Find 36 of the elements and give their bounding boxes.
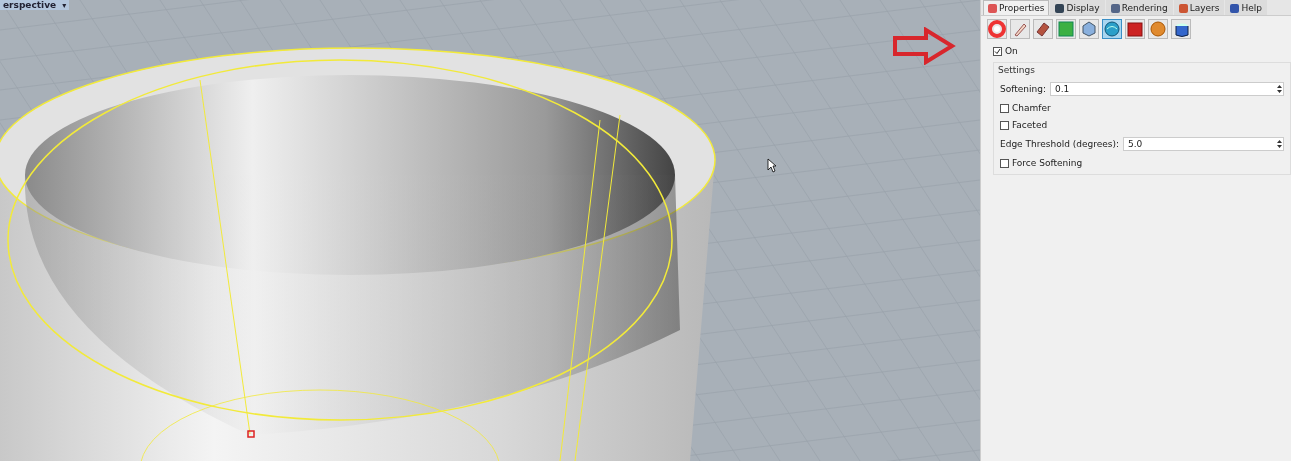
checkbox[interactable]: [993, 46, 1002, 56]
tab-icon: [1055, 3, 1065, 13]
cursor-icon: [767, 158, 777, 173]
tab-icon: [1230, 3, 1240, 13]
toolbar-button[interactable]: [1125, 19, 1145, 39]
tab-icon: [1178, 3, 1188, 13]
number-field[interactable]: 5.0: [1123, 137, 1284, 151]
checkbox-label: Faceted: [1012, 120, 1048, 130]
viewport[interactable]: erspective ▾: [0, 0, 980, 461]
viewport-tab[interactable]: erspective ▾: [0, 0, 70, 10]
panel-tab[interactable]: Layers: [1173, 0, 1225, 15]
tab-icon: [988, 3, 997, 13]
toolbar-button[interactable]: [1171, 19, 1191, 39]
spinner-icon[interactable]: [1276, 83, 1283, 95]
checkbox[interactable]: [1000, 103, 1009, 113]
viewport-caret[interactable]: ▾: [62, 0, 67, 10]
toolbar-button[interactable]: [987, 19, 1007, 39]
panel-tab[interactable]: Help: [1225, 0, 1267, 15]
panel-tab[interactable]: Rendering: [1105, 0, 1173, 15]
checkbox[interactable]: [1000, 120, 1009, 130]
panel-tab[interactable]: Properties: [983, 0, 1050, 15]
toolbar-button[interactable]: [1033, 19, 1053, 39]
spinner-icon[interactable]: [1276, 138, 1283, 150]
tab-icon: [1110, 3, 1120, 13]
panel-tab[interactable]: Display: [1050, 0, 1105, 15]
field-label: Edge Threshold (degrees):: [1000, 139, 1119, 149]
checkbox-label: On: [1005, 46, 1018, 56]
viewport-title: erspective: [3, 0, 57, 10]
number-field[interactable]: 0.1: [1049, 82, 1284, 96]
checkbox-label: Chamfer: [1012, 103, 1051, 113]
arrow-icon: [892, 27, 956, 65]
group-title: Settings: [998, 65, 1036, 75]
field-label: Softening:: [1000, 84, 1046, 94]
checkbox[interactable]: [1000, 158, 1009, 168]
toolbar-button[interactable]: [1079, 19, 1099, 39]
checkbox-label: Force Softening: [1012, 158, 1083, 168]
